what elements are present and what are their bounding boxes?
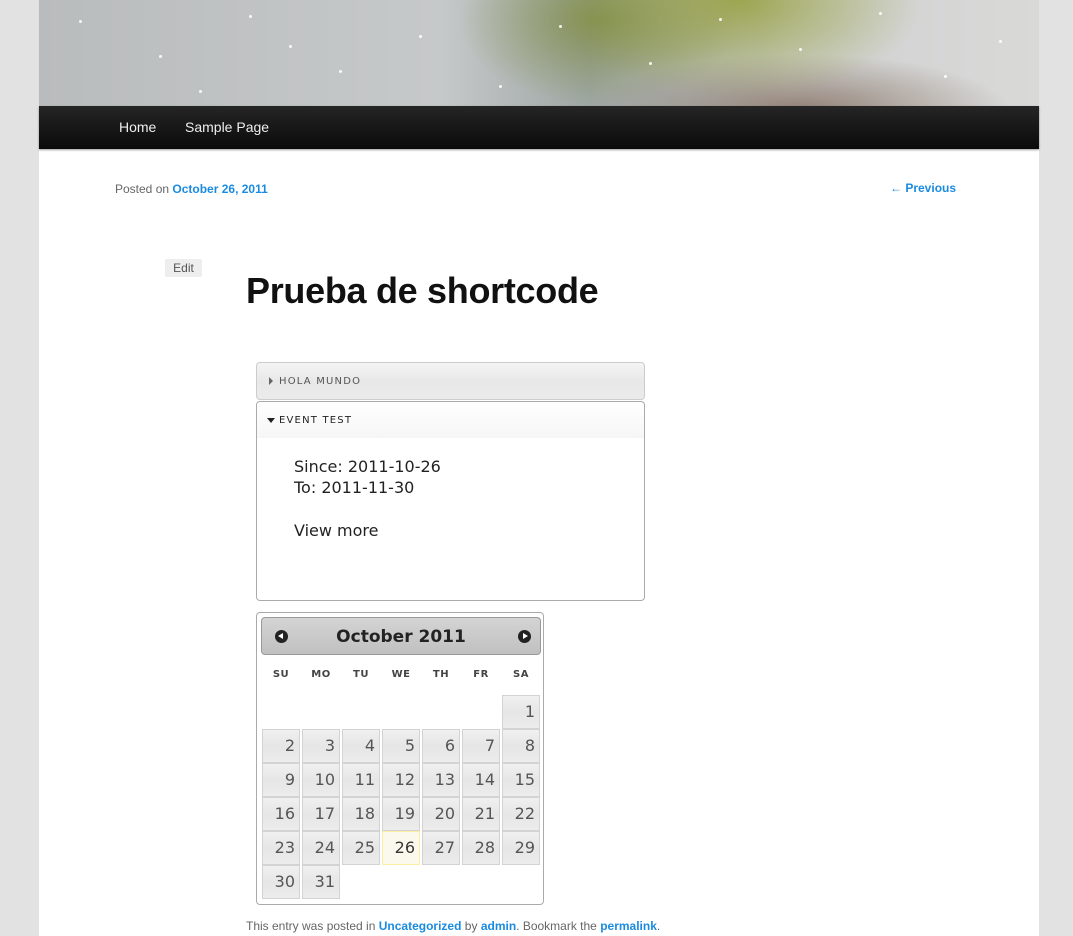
post-footer-meta: This entry was posted in Uncategorized b… <box>246 919 660 933</box>
permalink-link[interactable]: permalink <box>600 919 657 933</box>
calendar-day-31[interactable]: 31 <box>302 865 340 899</box>
footer-suffix: . <box>656 919 661 933</box>
calendar-day-25[interactable]: 25 <box>342 831 380 865</box>
weekday-sa: SA <box>513 669 529 680</box>
calendar-day-10[interactable]: 10 <box>302 763 340 797</box>
weekday-su: SU <box>272 669 290 680</box>
calendar-day-8[interactable]: 8 <box>502 729 540 763</box>
accordion-event-test-header[interactable]: EVENT TEST <box>257 402 644 438</box>
calendar-day-6[interactable]: 6 <box>422 729 460 763</box>
calendar-day-17[interactable]: 17 <box>302 797 340 831</box>
calendar-day-15[interactable]: 15 <box>502 763 540 797</box>
calendar-day-16[interactable]: 16 <box>262 797 300 831</box>
accordion-hola-mundo-label: HOLA MUNDO <box>279 376 362 387</box>
calendar-day-23[interactable]: 23 <box>262 831 300 865</box>
category-link[interactable]: Uncategorized <box>379 919 462 933</box>
calendar-month-title: October 2011 <box>336 627 466 647</box>
post-date-link[interactable]: October 26, 2011 <box>172 182 267 196</box>
nav-item-home[interactable]: Home <box>119 106 156 149</box>
calendar-day-30[interactable]: 30 <box>262 865 300 899</box>
next-month-icon[interactable] <box>518 630 531 643</box>
calendar-header: October 2011 <box>261 617 541 655</box>
calendar-day-26[interactable]: 26 <box>382 831 420 865</box>
calendar-day-29[interactable]: 29 <box>502 831 540 865</box>
datepicker-calendar: October 2011 SU MO TU WE TH FR SA 1 2 3 4 5 6 7 8 9 10 1… <box>256 612 544 905</box>
calendar-day-11[interactable]: 11 <box>342 763 380 797</box>
footer-prefix: This entry was posted in <box>246 919 376 933</box>
event-to: To: 2011-11-30 <box>294 478 415 497</box>
triangle-right-icon <box>269 377 273 385</box>
main-navigation: Home Sample Page <box>39 106 1039 149</box>
calendar-day-1[interactable]: 1 <box>502 695 540 729</box>
calendar-day-19[interactable]: 19 <box>382 797 420 831</box>
calendar-day-9[interactable]: 9 <box>262 763 300 797</box>
page: Home Sample Page Posted on October 26, 2… <box>39 0 1039 936</box>
calendar-day-28[interactable]: 28 <box>462 831 500 865</box>
calendar-day-27[interactable]: 27 <box>422 831 460 865</box>
calendar-day-7[interactable]: 7 <box>462 729 500 763</box>
calendar-day-12[interactable]: 12 <box>382 763 420 797</box>
accordion-hola-mundo[interactable]: HOLA MUNDO <box>256 362 645 400</box>
weekday-mo: MO <box>311 669 331 680</box>
previous-post-link[interactable]: ← Previous <box>890 181 956 195</box>
weekday-th: TH <box>432 669 450 680</box>
accordion-event-test-label: EVENT TEST <box>279 415 353 426</box>
calendar-day-14[interactable]: 14 <box>462 763 500 797</box>
calendar-day-22[interactable]: 22 <box>502 797 540 831</box>
calendar-day-4[interactable]: 4 <box>342 729 380 763</box>
footer-by: by <box>464 919 478 933</box>
calendar-day-21[interactable]: 21 <box>462 797 500 831</box>
author-link[interactable]: admin <box>481 919 516 933</box>
edit-button[interactable]: Edit <box>165 259 202 277</box>
weekday-fr: FR <box>473 669 489 680</box>
accordion-event-test: EVENT TEST Since: 2011-10-26 To: 2011-11… <box>256 401 645 601</box>
calendar-day-2[interactable]: 2 <box>262 729 300 763</box>
post-meta: Posted on October 26, 2011 <box>115 182 268 196</box>
calendar-day-13[interactable]: 13 <box>422 763 460 797</box>
header-image <box>39 0 1039 106</box>
calendar-day-18[interactable]: 18 <box>342 797 380 831</box>
calendar-day-5[interactable]: 5 <box>382 729 420 763</box>
triangle-down-icon <box>267 418 275 423</box>
calendar-day-20[interactable]: 20 <box>422 797 460 831</box>
view-more-link[interactable]: View more <box>294 521 379 540</box>
event-since: Since: 2011-10-26 <box>294 457 441 476</box>
weekday-tu: TU <box>353 669 369 680</box>
post-title: Prueba de shortcode <box>246 270 599 311</box>
calendar-day-24[interactable]: 24 <box>302 831 340 865</box>
weekday-we: WE <box>391 669 411 680</box>
posted-on-label: Posted on <box>115 182 170 196</box>
calendar-day-3[interactable]: 3 <box>302 729 340 763</box>
nav-item-sample-page[interactable]: Sample Page <box>185 106 269 149</box>
footer-bookmark: . Bookmark the <box>516 919 597 933</box>
